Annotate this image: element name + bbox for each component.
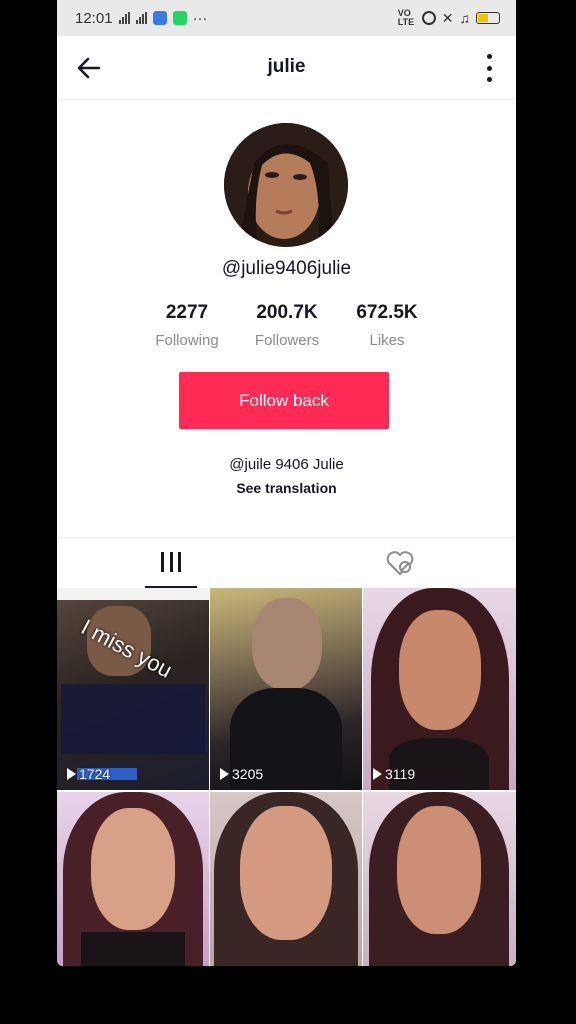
stat-following[interactable]: 2277 Following [137, 302, 237, 349]
stat-label: Following [155, 332, 219, 349]
signal-icon [118, 12, 130, 24]
video-thumbnail[interactable] [363, 792, 516, 966]
video-grid: I miss you 1724 3205 3119 [57, 588, 516, 966]
play-icon [220, 768, 229, 780]
play-icon [373, 768, 382, 780]
more-options-icon[interactable] [484, 54, 494, 82]
status-time: 12:01 [75, 9, 113, 27]
stat-followers[interactable]: 200.7K Followers [237, 302, 337, 349]
see-translation-link[interactable]: See translation [57, 480, 516, 496]
view-count-value: 3119 [385, 766, 416, 782]
data-saver-icon [421, 11, 436, 25]
liked-videos-private-icon[interactable] [385, 550, 415, 576]
profile-username: @julie9406julie [221, 258, 352, 279]
video-thumbnail[interactable] [57, 792, 209, 966]
profile-tabs [57, 537, 516, 588]
avatar[interactable] [224, 123, 348, 247]
stat-label: Followers [254, 332, 320, 349]
mute-icon: ✕ [441, 9, 454, 26]
stat-value: 672.5K [356, 302, 418, 323]
profile-bio: @juile 9406 Julie [229, 456, 344, 473]
signal-icon-2 [135, 12, 147, 24]
video-thumbnail[interactable]: 3205 [210, 588, 362, 790]
volte-label: VO LTE [397, 8, 415, 27]
profile-stats: 2277 Following 200.7K Followers 672.5K L… [137, 302, 437, 349]
headphones-icon: ♫ [459, 10, 471, 26]
whatsapp-icon [172, 11, 187, 25]
stat-value: 2277 [165, 302, 209, 323]
follow-back-button[interactable]: Follow back [179, 372, 389, 429]
view-count: 3119 [373, 766, 415, 782]
stat-value: 200.7K [256, 302, 318, 323]
view-count: 3205 [220, 766, 263, 782]
top-bar: julie [57, 36, 516, 100]
stat-label: Likes [369, 332, 405, 349]
tab-videos[interactable] [145, 538, 197, 588]
grid-icon [161, 552, 181, 572]
call-icon [152, 11, 167, 25]
video-thumbnail[interactable]: 3119 [363, 588, 516, 790]
profile-screen: 12:01 ··· VO LTE ✕ ♫ julie @julie9406jul… [57, 0, 516, 966]
video-thumbnail[interactable] [210, 792, 362, 966]
view-count: 1724 [67, 766, 110, 782]
page-title: julie [267, 56, 306, 77]
status-more: ··· [192, 9, 208, 27]
video-thumbnail[interactable]: I miss you 1724 [57, 588, 209, 790]
view-count-value: 3205 [232, 766, 264, 782]
play-icon [67, 768, 76, 780]
battery-icon [476, 12, 500, 24]
status-bar: 12:01 ··· VO LTE ✕ ♫ [57, 0, 516, 36]
view-count-value: 1724 [79, 766, 111, 782]
stat-likes: 672.5K Likes [337, 302, 437, 349]
